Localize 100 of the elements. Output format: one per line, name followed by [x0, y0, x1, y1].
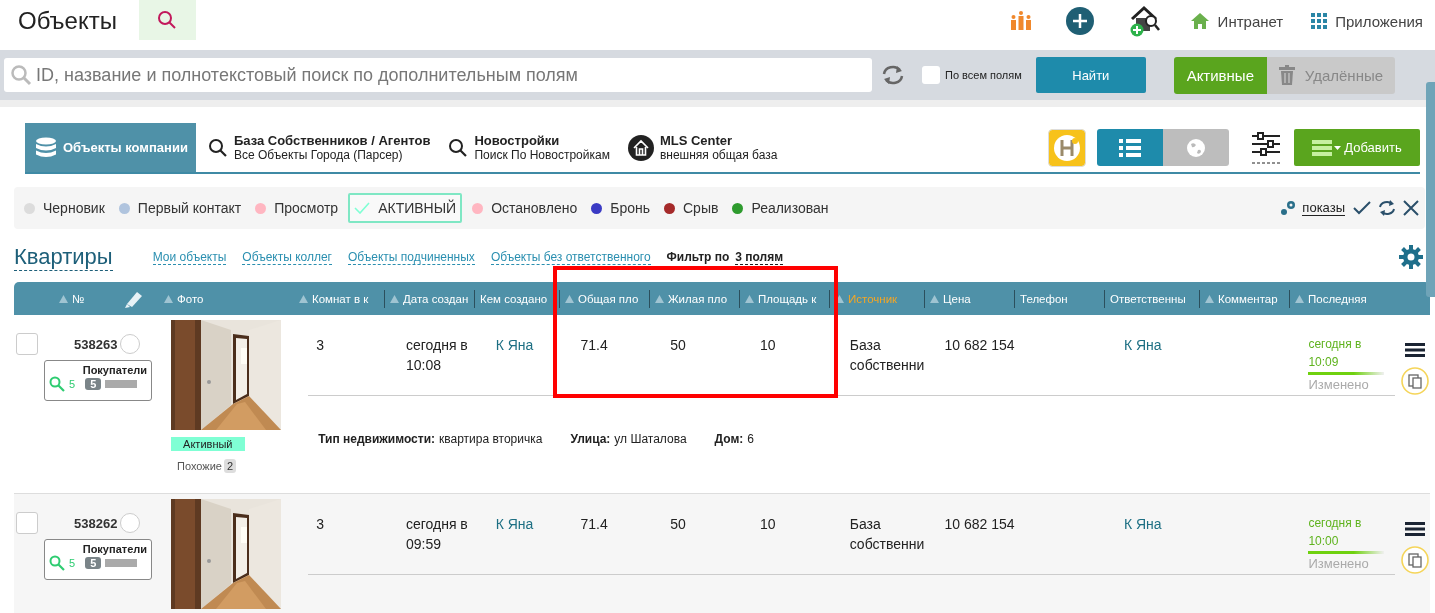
source-tab[interactable]: MLS Center внешняя общая база — [617, 123, 786, 172]
scope-tab[interactable]: Удалённые — [1266, 56, 1396, 94]
list-icon — [1119, 137, 1141, 158]
scope-tab[interactable]: Активные — [1173, 56, 1267, 94]
table-cell-text: База собственни — [849, 515, 926, 554]
buyers-label: Покупатели — [82, 364, 147, 376]
status-filter[interactable]: Первый контакт — [114, 194, 246, 222]
search-button[interactable] — [139, 0, 196, 40]
filter-link[interactable]: Мои объекты — [152, 249, 227, 265]
search-icon — [207, 137, 228, 158]
status-filter[interactable]: АКТИВНЫЙ — [348, 193, 463, 223]
detail-value: ул Шаталова — [614, 432, 687, 446]
sort-icon — [1295, 294, 1304, 303]
house-icon — [627, 134, 654, 161]
table-cell-text: База собственни — [849, 336, 926, 375]
copy-icon[interactable] — [1401, 367, 1430, 395]
detail-value: 6 — [747, 432, 755, 446]
menu-dropdown-icon — [1312, 139, 1343, 156]
shows-link[interactable]: показы — [1302, 200, 1345, 216]
count-badge: 5 — [85, 557, 102, 569]
status-filter[interactable]: Реализован — [728, 194, 833, 222]
row-checkbox[interactable] — [16, 512, 38, 534]
sort-icon — [930, 294, 939, 303]
view-toggle[interactable] — [1163, 129, 1229, 166]
flag-toggle[interactable] — [120, 334, 141, 354]
table-cell-text: 10 682 154 — [944, 336, 1015, 355]
status-filter[interactable]: Просмотр — [251, 194, 343, 222]
status-filter[interactable]: Бронь — [587, 194, 654, 222]
sort-icon — [59, 294, 68, 303]
search-field[interactable]: ID, название и полнотекстовый поиск по дополнительным полям — [4, 58, 872, 92]
checkbox-label: По всем полям — [945, 69, 1022, 81]
filter-sliders-icon[interactable] — [1251, 130, 1281, 165]
status-filter[interactable]: Срыв — [660, 194, 723, 222]
column-header[interactable]: Телефон — [1020, 292, 1068, 305]
column-header[interactable]: № — [59, 292, 85, 305]
detail-label: Дом: — [714, 432, 744, 446]
buyers-box[interactable]: Покупатели 5 5 — [44, 360, 152, 401]
table-cell-text: 3 — [316, 336, 324, 355]
similar-count: 2 — [224, 459, 237, 473]
table-cell-text: К Яна — [1123, 336, 1162, 355]
filter-link[interactable]: 3 полям — [735, 249, 784, 265]
sort-icon — [745, 294, 754, 303]
search-icon — [448, 137, 469, 158]
refresh-icon[interactable] — [1377, 199, 1397, 217]
add-button[interactable]: Добавить — [1294, 129, 1420, 166]
grid-icon — [1311, 13, 1328, 29]
update-note: Изменено — [1308, 377, 1369, 392]
view-toggle[interactable] — [1097, 129, 1163, 166]
filter-link[interactable]: Объекты коллег — [242, 249, 332, 265]
source-tab[interactable]: Новостройки Поиск По Новостройкам — [438, 123, 618, 172]
add-icon[interactable] — [1065, 7, 1094, 35]
h-logo-icon[interactable] — [1048, 128, 1086, 167]
buyers-box[interactable]: Покупатели 5 5 — [44, 539, 152, 580]
similar-label[interactable]: Похожие — [177, 460, 222, 472]
sort-icon — [1205, 294, 1214, 303]
flag-toggle[interactable] — [120, 513, 141, 533]
table-cell-text: сегодня в 10:08 — [405, 336, 469, 375]
column-header[interactable]: Цена — [930, 292, 971, 305]
page-title: Объекты — [18, 7, 117, 35]
column-header[interactable]: Ответственны — [1110, 292, 1186, 305]
buyers-count: 5 — [69, 557, 76, 569]
status-filter[interactable]: Черновик — [20, 194, 109, 222]
column-header[interactable]: Площадь к — [745, 292, 817, 305]
check-icon[interactable] — [1353, 201, 1371, 215]
nav-link[interactable]: Приложения — [1311, 12, 1423, 30]
filter-link[interactable]: Объекты подчиненных — [348, 249, 475, 265]
source-tab[interactable]: База Собственников / Агентов Все Объекты Города (Парсер) — [197, 123, 439, 172]
close-icon[interactable] — [1403, 200, 1419, 216]
database-icon — [35, 136, 57, 159]
column-header[interactable]: Жилая пло — [655, 292, 728, 305]
status-filter[interactable]: Остановлено — [468, 194, 582, 222]
checkbox[interactable] — [922, 66, 940, 84]
object-id: 538263 — [74, 336, 118, 352]
table-cell-text: 50 — [670, 515, 686, 534]
column-header[interactable]: Комментар — [1205, 292, 1278, 305]
buyers-count: 5 — [69, 378, 76, 390]
date-text: сегодня в 10:09 — [1308, 336, 1363, 371]
find-button[interactable]: Найти — [1035, 57, 1146, 93]
filter-link[interactable]: Объекты без ответственного — [490, 249, 651, 265]
sort-icon — [565, 294, 574, 303]
settings-icon[interactable] — [1399, 245, 1423, 269]
column-header[interactable]: Последняя — [1295, 292, 1367, 305]
column-header[interactable]: Фото — [164, 292, 204, 305]
column-header[interactable]: Общая пло — [565, 292, 639, 305]
bar-chart-icon[interactable] — [1009, 11, 1032, 31]
detail-value: квартира вторичка — [439, 432, 543, 446]
copy-icon[interactable] — [1401, 546, 1430, 574]
column-header[interactable]: Дата создан — [390, 292, 469, 305]
sort-icon — [655, 294, 664, 303]
row-checkbox[interactable] — [16, 333, 38, 355]
section-title[interactable]: Квартиры — [14, 243, 113, 271]
globe-icon — [1186, 137, 1206, 158]
column-header[interactable]: Комнат в к — [299, 292, 369, 305]
nav-link[interactable]: Интранет — [1189, 12, 1284, 30]
refresh-icon[interactable] — [880, 64, 906, 86]
trash-icon — [1278, 65, 1295, 85]
source-tab[interactable]: Объекты компании — [25, 123, 196, 172]
column-header[interactable]: Кем создано — [480, 292, 548, 305]
menu-icon[interactable] — [1405, 522, 1426, 536]
menu-icon[interactable] — [1405, 343, 1426, 357]
